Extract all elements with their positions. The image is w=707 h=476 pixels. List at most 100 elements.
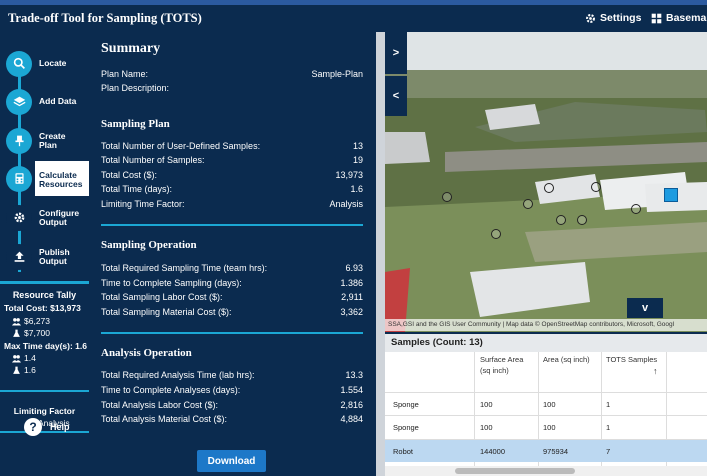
tally-labor-cost: $6,273: [12, 316, 50, 326]
summary-row: Time to Complete Sampling (days): 1.386: [101, 278, 363, 288]
summary-row: Total Analysis Material Cost ($): 4,884: [101, 414, 363, 424]
samples-table-panel: Samples (Count: 13) Surface Area (sq inc…: [385, 334, 707, 476]
gear-icon: [586, 13, 595, 23]
search-icon: [6, 50, 32, 77]
question-icon: ?: [24, 418, 42, 436]
row-label: Total Cost ($):: [101, 170, 158, 180]
sampling-time-value: 1.4: [24, 353, 36, 363]
table-row[interactable]: Sponge 100 100 1: [385, 415, 707, 438]
summary-row: Total Cost ($): 13,973: [101, 170, 363, 180]
expand-panel-button[interactable]: >: [385, 32, 407, 74]
collapse-panel-button[interactable]: <: [385, 76, 407, 116]
row-label: Plan Description:: [101, 83, 170, 93]
column-header-area[interactable]: Area (sq inch): [543, 354, 590, 365]
sample-marker[interactable]: [544, 183, 554, 193]
cell-type: Robot: [393, 447, 414, 456]
row-value: 1.6: [350, 184, 363, 194]
cell-type: Sponge: [393, 423, 419, 432]
row-label: Total Number of Samples:: [101, 155, 205, 165]
row-label: Limiting Time Factor:: [101, 199, 185, 209]
map-attribution: SSA,GSI and the GIS User Community | Map…: [385, 319, 707, 331]
expand-table-button[interactable]: v: [627, 298, 663, 318]
plan-description-row: Plan Description:: [101, 83, 363, 93]
users-icon: [12, 317, 21, 325]
summary-row: Time to Complete Analyses (days): 1.554: [101, 385, 363, 395]
table-row-selected[interactable]: Robot 144000 975934 7: [385, 439, 707, 462]
cell-surface-area: 144000: [480, 447, 506, 456]
step-add-data[interactable]: Add Data: [0, 84, 91, 119]
table-row[interactable]: Sponge 100 100 1: [385, 392, 707, 415]
sample-marker[interactable]: [631, 204, 641, 214]
row-value: Sample-Plan: [311, 69, 363, 79]
divider: [0, 281, 89, 284]
sampling-plan-title: Sampling Plan: [101, 118, 170, 130]
row-value: 1.386: [340, 278, 363, 288]
step-calculate-resources[interactable]: Calculate Resources: [0, 161, 91, 196]
cell-tots: 7: [606, 447, 611, 456]
step-publish-output[interactable]: Publish Output: [0, 239, 91, 274]
users-icon: [12, 354, 21, 362]
row-value: 1.554: [340, 385, 363, 395]
help-button[interactable]: ? Help: [24, 418, 70, 436]
help-label: Help: [50, 422, 70, 432]
row-label: Total Required Sampling Time (team hrs):: [101, 263, 268, 273]
row-label: Time to Complete Analyses (days):: [101, 385, 241, 395]
row-value: 2,816: [340, 400, 363, 410]
row-label: Total Time (days):: [101, 184, 173, 194]
upload-icon: [6, 243, 32, 270]
step-configure-output[interactable]: Configure Output: [0, 200, 91, 235]
table-horizontal-scrollbar[interactable]: [385, 466, 707, 476]
column-header-tots-samples[interactable]: TOTS Samples: [606, 354, 657, 365]
tally-analysis-time: 1.6: [12, 365, 36, 375]
settings-button[interactable]: Settings: [585, 12, 641, 24]
analysis-operation-title: Analysis Operation: [101, 347, 192, 359]
sidebar: Locate Add Data Create Plan Calculate Re…: [0, 32, 91, 476]
pin-icon: [6, 127, 32, 154]
samples-count-title: Samples (Count: 13): [385, 334, 707, 352]
row-label: Total Analysis Material Cost ($):: [101, 414, 228, 424]
robot-sample-marker[interactable]: [664, 188, 678, 202]
sample-marker[interactable]: [577, 215, 587, 225]
column-header-surface-area[interactable]: Surface Area (sq inch): [480, 354, 523, 376]
sample-marker[interactable]: [491, 229, 501, 239]
sample-marker[interactable]: [591, 182, 601, 192]
row-label: Total Number of User-Defined Samples:: [101, 141, 261, 151]
tally-total-cost: Total Cost: $13,973: [4, 303, 81, 313]
limiting-factor-title: Limiting Factor: [13, 406, 76, 416]
summary-row: Total Required Analysis Time (lab hrs): 1…: [101, 370, 363, 380]
cell-tots: 1: [606, 400, 611, 409]
cell-tots: 1: [606, 423, 611, 432]
sort-up-icon[interactable]: ↑: [653, 366, 658, 377]
step-label: Configure Output: [39, 207, 80, 227]
summary-row: Total Sampling Labor Cost ($): 2,911: [101, 292, 363, 302]
cell-surface-area: 100: [480, 400, 493, 409]
step-label: Calculate Resources: [39, 170, 83, 189]
row-value: 3,362: [340, 307, 363, 317]
step-create-plan[interactable]: Create Plan: [0, 123, 91, 158]
sample-marker[interactable]: [523, 199, 533, 209]
row-value: 2,911: [341, 292, 363, 302]
sample-marker[interactable]: [556, 215, 566, 225]
sample-marker[interactable]: [442, 192, 452, 202]
panel-scrollbar[interactable]: [376, 32, 385, 476]
summary-row: Total Number of Samples: 19: [101, 155, 363, 165]
resource-tally-title: Resource Tally: [12, 290, 77, 300]
row-label: Total Required Analysis Time (lab hrs):: [101, 370, 255, 380]
step-label: Publish Output: [39, 246, 70, 266]
map-view[interactable]: > < v SSA,GSI and the GIS User Community…: [385, 32, 707, 332]
flask-icon: [13, 366, 20, 374]
summary-title: Summary: [101, 41, 161, 56]
cell-type: Sponge: [393, 400, 419, 409]
summary-row: Total Required Sampling Time (team hrs):…: [101, 263, 363, 273]
row-value: Analysis: [329, 199, 363, 209]
scrollbar-thumb[interactable]: [455, 468, 575, 474]
layers-icon: [6, 88, 32, 115]
summary-row: Total Sampling Material Cost ($): 3,362: [101, 307, 363, 317]
step-locate[interactable]: Locate: [0, 46, 91, 81]
download-button[interactable]: Download: [197, 450, 266, 472]
summary-row: Total Analysis Labor Cost ($): 2,816: [101, 400, 363, 410]
row-label: Plan Name:: [101, 69, 149, 79]
basemap-button[interactable]: Basemap: [651, 12, 707, 24]
row-label: Time to Complete Sampling (days):: [101, 278, 242, 288]
summary-row: Limiting Time Factor: Analysis: [101, 199, 363, 209]
